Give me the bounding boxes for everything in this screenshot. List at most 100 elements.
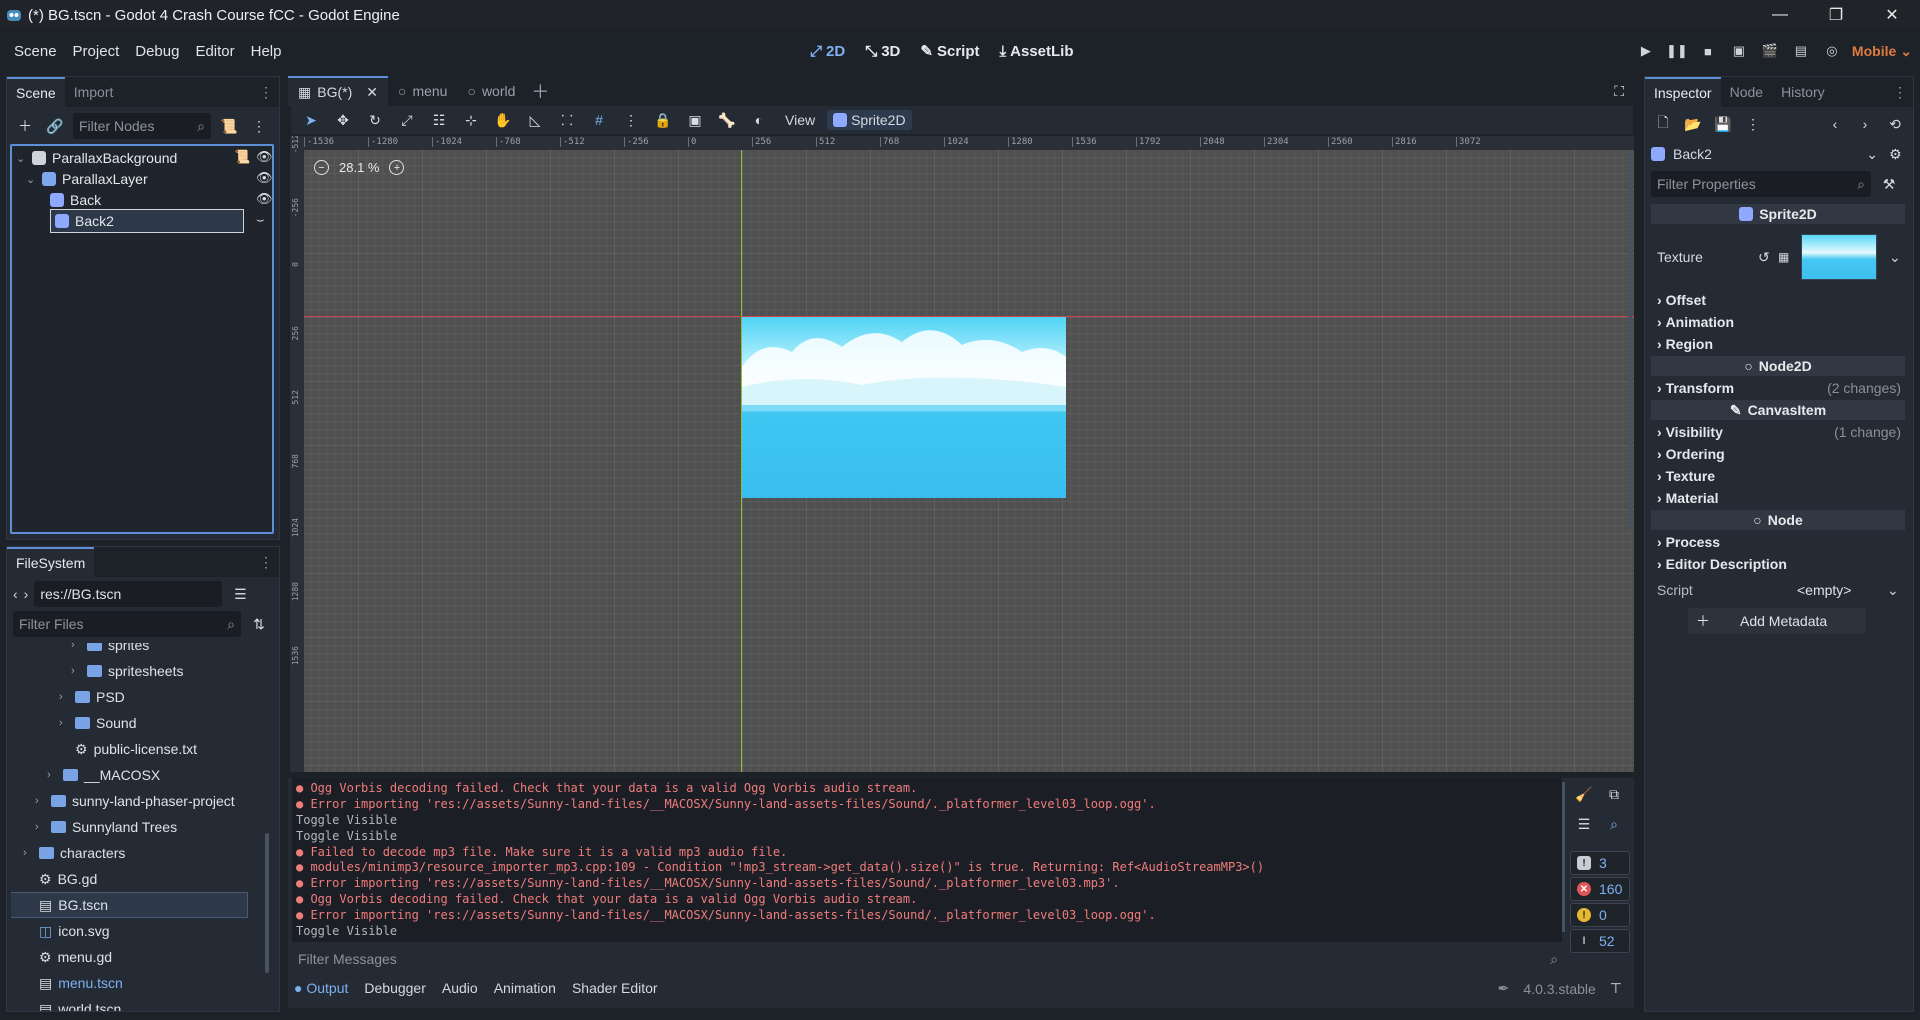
file-item[interactable]: ▤ menu.tscn: [11, 971, 123, 995]
tab-world[interactable]: ○ world: [457, 76, 525, 106]
errors-toggle[interactable]: ✕ 160: [1570, 877, 1630, 901]
kebab-icon[interactable]: ⋮: [259, 554, 279, 571]
fullscreen-icon[interactable]: ⛶: [1614, 83, 1634, 100]
kebab-icon[interactable]: ⋮: [1893, 84, 1913, 101]
pan-icon[interactable]: ✋: [489, 108, 517, 132]
rotate-mode-icon[interactable]: ↻: [361, 108, 389, 132]
tab-output[interactable]: ● Output: [294, 980, 348, 996]
prop-texture[interactable]: › Texture: [1657, 466, 1901, 486]
tab-debugger[interactable]: Debugger: [364, 980, 426, 996]
play-custom-scene-icon[interactable]: ▤: [1790, 40, 1812, 62]
scrollbar[interactable]: [1628, 150, 1632, 530]
warnings-toggle[interactable]: ! 0: [1570, 903, 1630, 927]
chevron-down-icon[interactable]: ⌄: [1887, 582, 1899, 599]
revert-icon[interactable]: ↺: [1758, 249, 1770, 266]
grid-snap-icon[interactable]: #: [585, 108, 613, 132]
search-icon[interactable]: ⌕: [1602, 812, 1626, 836]
tab-import[interactable]: Import: [65, 77, 123, 107]
split-view-icon[interactable]: ☰: [228, 582, 252, 606]
pause-icon[interactable]: ❚❚: [1666, 40, 1688, 62]
group-icon[interactable]: ▣: [681, 108, 709, 132]
file-item[interactable]: › sprites: [11, 643, 149, 657]
save-resource-icon[interactable]: 💾: [1711, 112, 1735, 136]
prop-offset[interactable]: › Offset: [1657, 290, 1901, 310]
tab-animation[interactable]: Animation: [494, 980, 556, 996]
add-node-icon[interactable]: ＋: [13, 114, 37, 138]
close-tab-icon[interactable]: ✕: [366, 84, 378, 101]
file-item[interactable]: › Sound: [11, 711, 136, 735]
file-item[interactable]: › __MACOSX: [11, 763, 160, 787]
collapse-icon[interactable]: ☰: [1572, 812, 1596, 836]
pivot-icon[interactable]: ⊹: [457, 108, 485, 132]
tab-history[interactable]: History: [1772, 77, 1834, 107]
node-settings-icon[interactable]: ⚙: [1884, 142, 1907, 166]
prop-material[interactable]: › Material: [1657, 488, 1901, 508]
workspace-3d[interactable]: ⤡ 3D: [865, 43, 900, 60]
visibility-eye-icon[interactable]: 👁: [256, 170, 273, 186]
close-window-icon[interactable]: ✕: [1864, 0, 1920, 30]
visibility-eye-icon[interactable]: 👁: [256, 191, 273, 207]
prop-visibility[interactable]: › Visibility (1 change): [1657, 422, 1901, 442]
tab-filesystem[interactable]: FileSystem: [7, 547, 95, 577]
play-icon[interactable]: ▶: [1635, 40, 1657, 62]
tree-node-back2[interactable]: Back2: [50, 209, 244, 233]
renderer-select[interactable]: Mobile ⌄: [1852, 40, 1912, 62]
canvas-viewport[interactable]: -1536 -1280 -1024 -768 -512 -256 0 256 512 768 102…: [290, 136, 1634, 772]
bone-icon[interactable]: 🦴: [713, 108, 741, 132]
file-item[interactable]: ◫ icon.svg: [11, 919, 110, 943]
attach-script-icon[interactable]: 📜: [217, 114, 241, 138]
tab-audio[interactable]: Audio: [442, 980, 478, 996]
property-tools-icon[interactable]: ⚒: [1877, 172, 1901, 196]
ruler-vertical[interactable]: -512 -256 0 256 512 768 1024 1280 1536: [290, 136, 304, 772]
prop-animation[interactable]: › Animation: [1657, 312, 1901, 332]
prop-editor-description[interactable]: › Editor Description: [1657, 554, 1901, 574]
workspace-2d[interactable]: ⤢ 2D: [810, 43, 845, 60]
clear-output-icon[interactable]: 🧹: [1572, 782, 1596, 806]
prop-transform[interactable]: › Transform (2 changes): [1657, 378, 1901, 398]
messages-toggle[interactable]: ! 3: [1570, 851, 1630, 875]
sort-icon[interactable]: ⇅: [247, 612, 271, 636]
ruler-horizontal[interactable]: -1536 -1280 -1024 -768 -512 -256 0 256 512 768 102…: [304, 136, 1634, 150]
menu-help[interactable]: Help: [243, 43, 290, 60]
filter-files-input[interactable]: Filter Files ⌕: [13, 611, 241, 637]
zoom-in-icon[interactable]: +: [389, 160, 405, 175]
prop-region[interactable]: › Region: [1657, 334, 1901, 354]
tab-node[interactable]: Node: [1721, 77, 1772, 107]
file-item[interactable]: › spritesheets: [11, 659, 183, 683]
back-icon[interactable]: ‹: [13, 586, 18, 602]
menu-scene[interactable]: Scene: [6, 43, 65, 60]
tab-menu[interactable]: ○ menu: [388, 76, 458, 106]
add-metadata-button[interactable]: ＋ Add Metadata: [1688, 608, 1866, 634]
kebab-icon[interactable]: ⋮: [247, 114, 271, 138]
view-menu[interactable]: View: [777, 112, 823, 128]
workspace-script[interactable]: ✎ Script: [920, 42, 979, 61]
file-item[interactable]: ▤ BG.tscn: [11, 892, 248, 918]
file-item[interactable]: › characters: [11, 841, 125, 865]
history-back-icon[interactable]: ‹: [1823, 112, 1847, 136]
object-history-icon[interactable]: ⟲: [1883, 112, 1907, 136]
sprite2d-menu[interactable]: Sprite2D: [827, 110, 912, 130]
add-tab-icon[interactable]: ＋: [525, 78, 555, 104]
menu-editor[interactable]: Editor: [187, 43, 242, 60]
tab-inspector[interactable]: Inspector: [1645, 77, 1721, 107]
prop-process[interactable]: › Process: [1657, 532, 1901, 552]
file-item[interactable]: › PSD: [11, 685, 125, 709]
stop-icon[interactable]: ■: [1697, 40, 1719, 62]
forward-icon[interactable]: ›: [24, 586, 29, 602]
menu-project[interactable]: Project: [65, 43, 128, 60]
tab-shader-editor[interactable]: Shader Editor: [572, 980, 658, 996]
smart-snap-icon[interactable]: ⸬: [553, 108, 581, 132]
file-item[interactable]: ⚙ BG.gd: [11, 867, 97, 891]
scrollbar[interactable]: [1562, 782, 1565, 932]
kebab-icon[interactable]: ⋮: [1741, 112, 1765, 136]
visibility-eye-icon[interactable]: 👁: [256, 149, 273, 165]
pin-panel-icon[interactable]: ⊤: [1610, 980, 1622, 997]
file-item[interactable]: › Sunnyland Trees: [11, 815, 177, 839]
movie-maker-icon[interactable]: ◎: [1821, 40, 1843, 62]
move-mode-icon[interactable]: ✥: [329, 108, 357, 132]
file-item[interactable]: ⚙ public-license.txt: [11, 737, 197, 761]
link-icon[interactable]: 🔗: [43, 114, 67, 138]
object-selector[interactable]: Back2 ⌄: [1651, 146, 1878, 163]
list-select-icon[interactable]: ☷: [425, 108, 453, 132]
open-resource-icon[interactable]: 📂: [1681, 112, 1705, 136]
